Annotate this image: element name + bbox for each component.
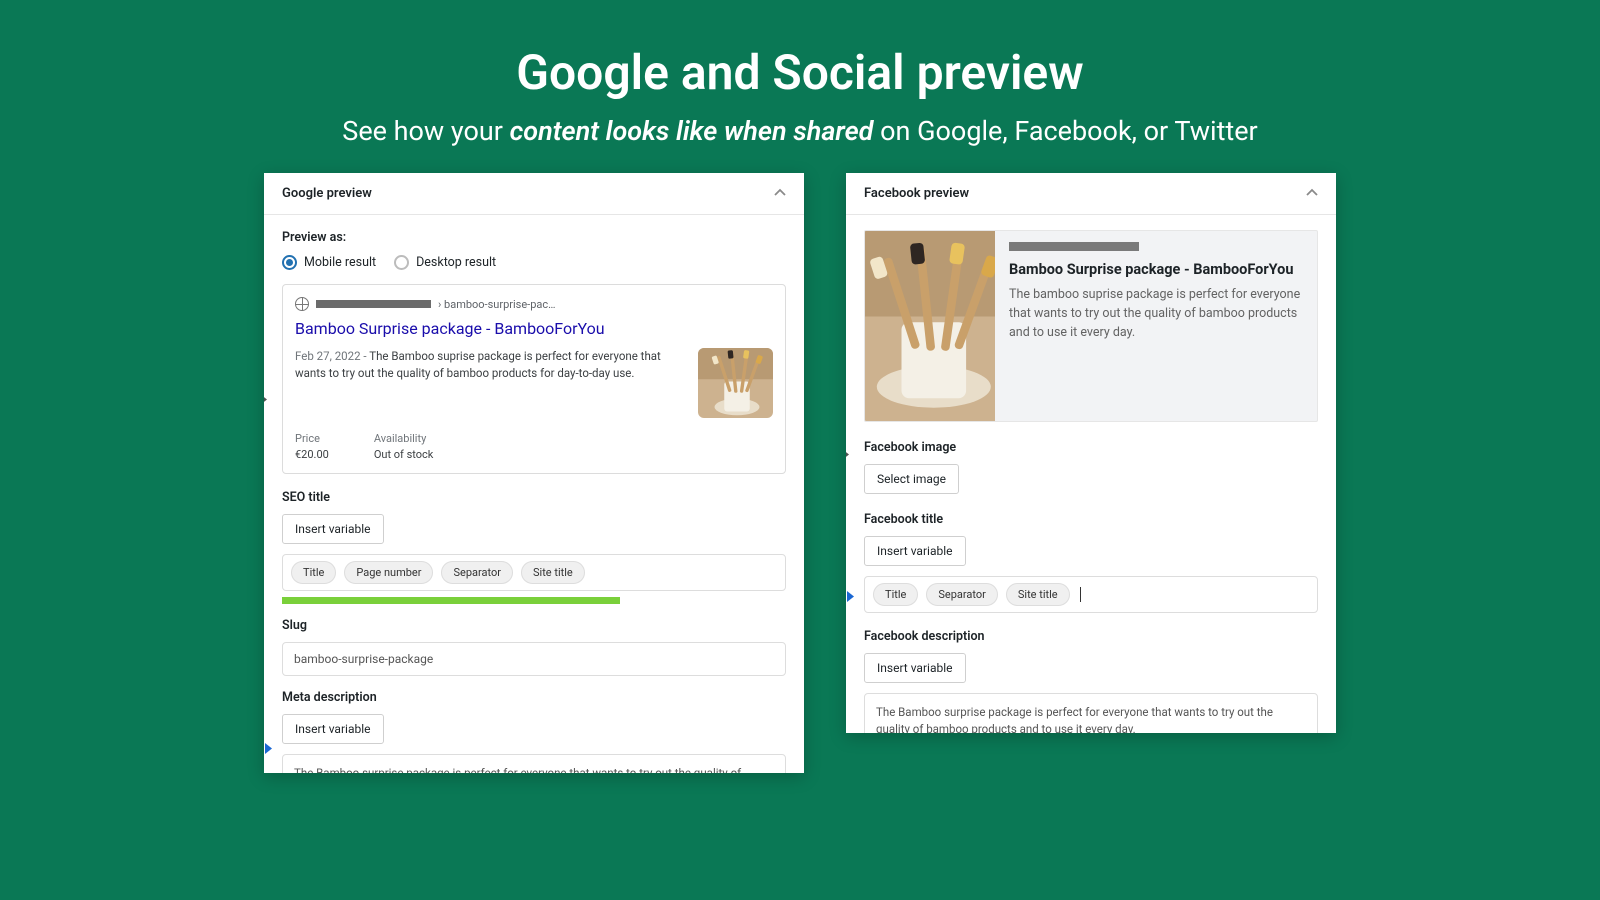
chevron-up-icon bbox=[773, 187, 786, 200]
radio-desktop-result[interactable]: Desktop result bbox=[394, 255, 496, 270]
facebook-title-label: Facebook title bbox=[864, 512, 1318, 527]
insert-variable-button[interactable]: Insert variable bbox=[282, 514, 384, 544]
globe-icon bbox=[295, 297, 309, 311]
serp-thumbnail bbox=[698, 348, 773, 418]
serp-title: Bamboo Surprise package - BambooForYou bbox=[295, 319, 773, 338]
caret-right-icon bbox=[265, 740, 274, 759]
facebook-preview-image bbox=[865, 231, 995, 421]
facebook-card-header[interactable]: Facebook preview bbox=[846, 173, 1336, 215]
facebook-url-bar bbox=[1009, 242, 1139, 251]
pill-site-title[interactable]: Site title bbox=[521, 561, 585, 584]
breadcrumb: › bamboo-surprise-pac… bbox=[438, 298, 555, 311]
pill-title[interactable]: Title bbox=[291, 561, 336, 584]
seo-title-progress bbox=[282, 597, 620, 604]
seo-title-label: SEO title bbox=[282, 490, 786, 505]
insert-variable-button[interactable]: Insert variable bbox=[864, 653, 966, 683]
seo-title-input[interactable]: Title Page number Separator Site title bbox=[282, 554, 786, 591]
google-card-title: Google preview bbox=[282, 186, 372, 201]
radio-icon bbox=[394, 255, 409, 270]
insert-variable-button[interactable]: Insert variable bbox=[282, 714, 384, 744]
pill-title[interactable]: Title bbox=[873, 583, 918, 606]
facebook-share-preview: Bamboo Surprise package - BambooForYou T… bbox=[864, 230, 1318, 422]
pill-site-title[interactable]: Site title bbox=[1006, 583, 1070, 606]
facebook-card-title: Facebook preview bbox=[864, 186, 969, 201]
page-title: Google and Social preview bbox=[0, 44, 1600, 101]
meta-desc-label: Meta description bbox=[282, 690, 786, 705]
google-card-header[interactable]: Google preview bbox=[264, 173, 804, 215]
facebook-desc-label: Facebook description bbox=[864, 629, 1318, 644]
url-placeholder-bar bbox=[316, 300, 431, 308]
availability-label: Availability bbox=[374, 432, 434, 445]
serp-description: Feb 27, 2022 - The Bamboo suprise packag… bbox=[295, 348, 684, 418]
pill-page-number[interactable]: Page number bbox=[344, 561, 433, 584]
price-value: €20.00 bbox=[295, 448, 329, 461]
facebook-image-label: Facebook image bbox=[864, 440, 1318, 455]
facebook-share-desc: The bamboo suprise package is perfect fo… bbox=[1009, 286, 1303, 342]
price-label: Price bbox=[295, 432, 329, 445]
facebook-desc-input[interactable]: The Bamboo surprise package is perfect f… bbox=[864, 693, 1318, 733]
select-image-button[interactable]: Select image bbox=[864, 464, 959, 494]
insert-variable-button[interactable]: Insert variable bbox=[864, 536, 966, 566]
meta-description-input[interactable]: The Bamboo surprise package is perfect f… bbox=[282, 754, 786, 773]
preview-as-label: Preview as: bbox=[282, 230, 786, 245]
slug-input[interactable]: bamboo-surprise-package bbox=[282, 642, 786, 676]
radio-icon bbox=[282, 255, 297, 270]
facebook-preview-card: Facebook preview Bamboo Surprise package… bbox=[846, 173, 1336, 733]
pill-separator[interactable]: Separator bbox=[441, 561, 513, 584]
google-preview-card: Google preview Preview as: Mobile result… bbox=[264, 173, 804, 773]
page-subtitle: See how your content looks like when sha… bbox=[0, 115, 1600, 147]
google-serp-preview: › bamboo-surprise-pac… Bamboo Surprise p… bbox=[282, 284, 786, 474]
text-cursor bbox=[1080, 587, 1081, 602]
caret-right-icon bbox=[847, 588, 856, 607]
caret-right-icon bbox=[264, 390, 268, 409]
caret-right-icon bbox=[846, 445, 850, 464]
facebook-share-title: Bamboo Surprise package - BambooForYou bbox=[1009, 261, 1303, 278]
pill-separator[interactable]: Separator bbox=[926, 583, 998, 606]
chevron-up-icon bbox=[1305, 187, 1318, 200]
radio-mobile-result[interactable]: Mobile result bbox=[282, 255, 376, 270]
availability-value: Out of stock bbox=[374, 448, 434, 461]
slug-label: Slug bbox=[282, 618, 786, 633]
facebook-title-input[interactable]: Title Separator Site title bbox=[864, 576, 1318, 613]
